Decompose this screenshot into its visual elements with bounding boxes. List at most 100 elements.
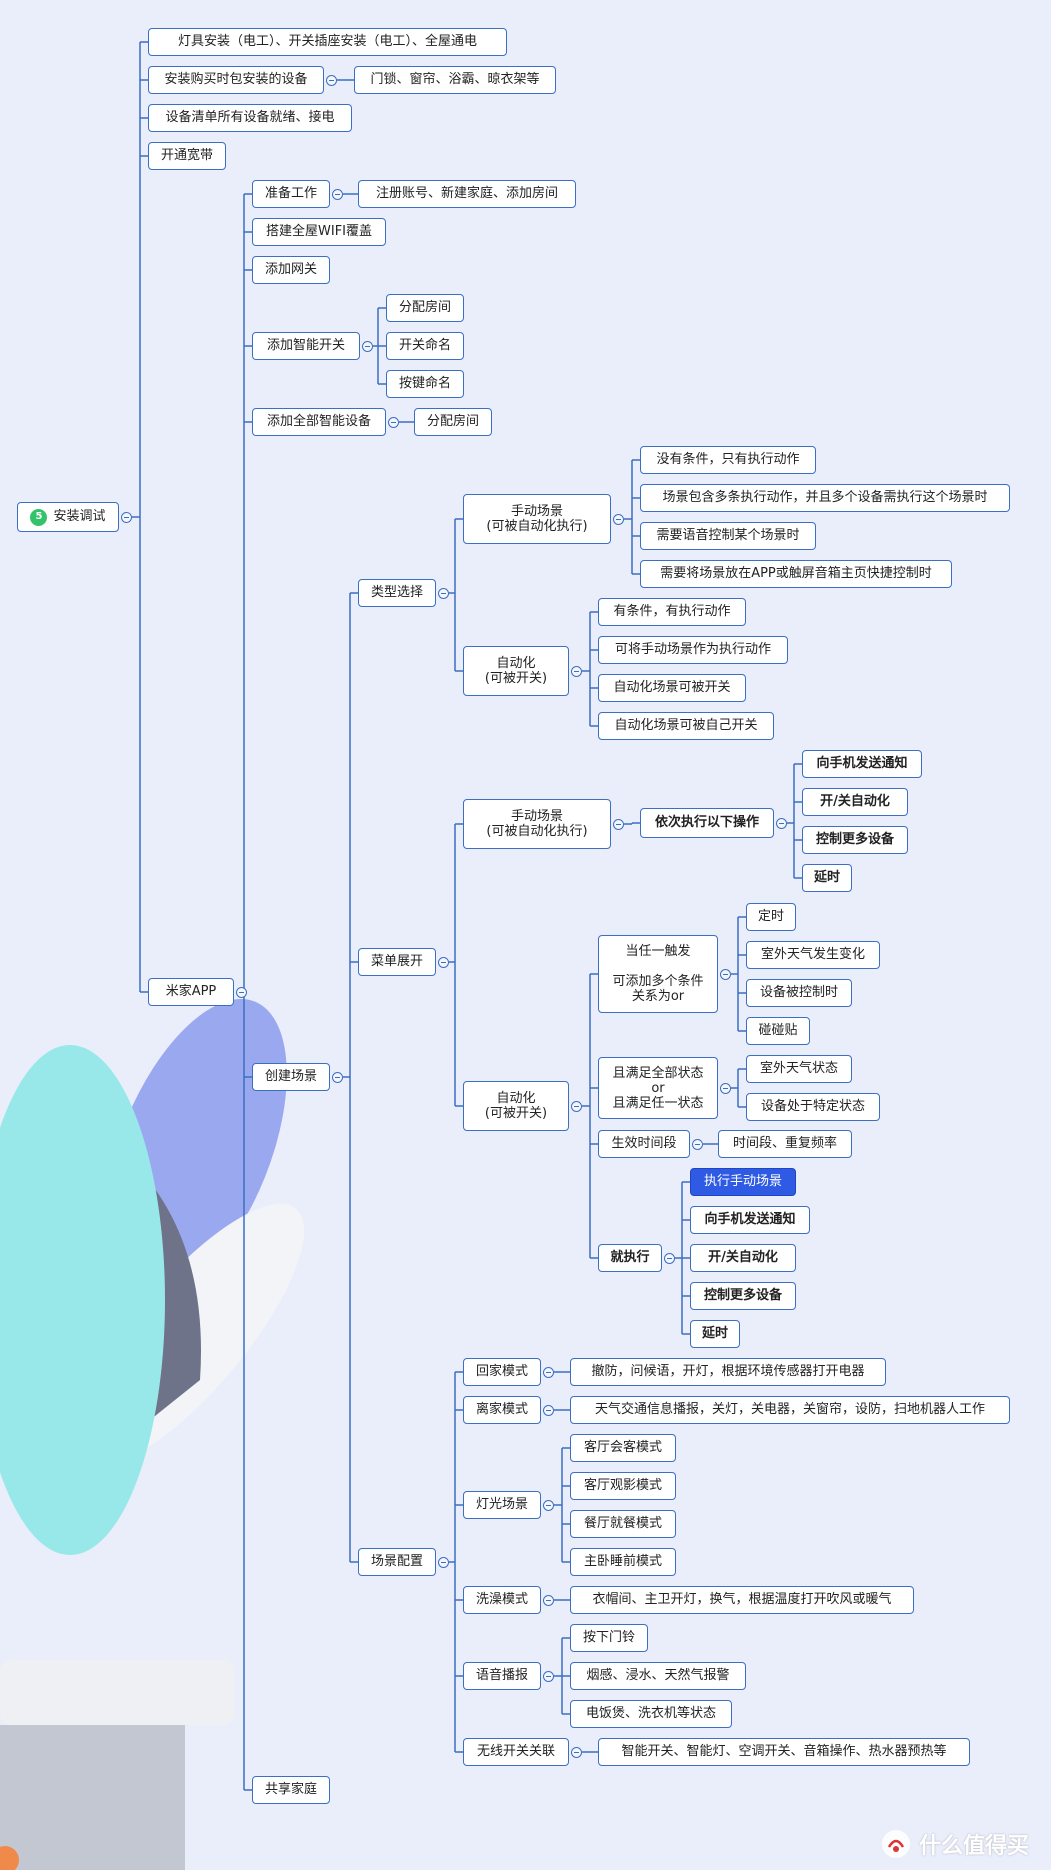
mindmap-node-c1d[interactable]: 碰碰贴 <box>746 1017 810 1045</box>
mindmap-node-ma[interactable]: 自动化 (可被开关) <box>463 1081 569 1131</box>
mindmap-node-c1b[interactable]: 室外天气发生变化 <box>746 941 880 969</box>
mindmap-node-mmx2[interactable]: 开/关自动化 <box>802 788 908 816</box>
mindmap-node-s1a[interactable]: 撤防，问候语，开灯，根据环境传感器打开电器 <box>570 1358 886 1386</box>
collapse-toggle-icon[interactable] <box>571 1746 582 1758</box>
mindmap-node-p3[interactable]: 添加网关 <box>252 256 330 284</box>
mindmap-node-t[interactable]: 类型选择 <box>358 579 436 607</box>
mindmap-node-n4[interactable]: 开通宽带 <box>148 142 226 170</box>
mindmap-node-s4[interactable]: 洗澡模式 <box>463 1586 541 1614</box>
mindmap-node-tm3[interactable]: 需要语音控制某个场景时 <box>640 522 816 550</box>
collapse-toggle-icon[interactable] <box>543 1594 554 1606</box>
mindmap-node-c1[interactable]: 当任一触发 可添加多个条件 关系为or <box>598 935 718 1013</box>
mindmap-node-s[interactable]: 场景配置 <box>358 1548 436 1576</box>
collapse-toggle-icon[interactable] <box>543 1499 554 1511</box>
mindmap-node-mm[interactable]: 手动场景 (可被自动化执行) <box>463 799 611 849</box>
mindmap-node-p4[interactable]: 添加智能开关 <box>252 332 360 360</box>
mindmap-node-s3d[interactable]: 主卧睡前模式 <box>570 1548 676 1576</box>
mindmap-node-c3[interactable]: 生效时间段 <box>598 1130 690 1158</box>
mindmap-node-p4c[interactable]: 按键命名 <box>386 370 464 398</box>
mindmap-node-n2[interactable]: 安装购买时包安装的设备 <box>148 66 324 94</box>
mindmap-node-s3b[interactable]: 客厅观影模式 <box>570 1472 676 1500</box>
mindmap-node-c4b[interactable]: 向手机发送通知 <box>690 1206 810 1234</box>
mindmap-node-s6a[interactable]: 智能开关、智能灯、空调开关、音箱操作、热水器预热等 <box>598 1738 970 1766</box>
collapse-toggle-icon[interactable] <box>571 1100 582 1112</box>
mindmap-node-s2a[interactable]: 天气交通信息播报，关灯，关电器，关窗帘，设防，扫地机器人工作 <box>570 1396 1010 1424</box>
mindmap-node-mmx1[interactable]: 向手机发送通知 <box>802 750 922 778</box>
watermark: 什么值得买 <box>881 1828 1029 1860</box>
mindmap-node-c2a[interactable]: 室外天气状态 <box>746 1055 852 1083</box>
mindmap-node-ta3[interactable]: 自动化场景可被开关 <box>598 674 746 702</box>
mindmap-node-c1c[interactable]: 设备被控制时 <box>746 979 852 1007</box>
step-number-badge: 5 <box>30 508 48 526</box>
collapse-toggle-icon[interactable] <box>543 1404 554 1416</box>
mindmap-node-c2[interactable]: 且满足全部状态 or 且满足任一状态 <box>598 1057 718 1119</box>
mindmap-node-c2b[interactable]: 设备处于特定状态 <box>746 1093 880 1121</box>
mindmap-node-p4a[interactable]: 分配房间 <box>386 294 464 322</box>
mindmap-node-s3[interactable]: 灯光场景 <box>463 1491 541 1519</box>
mindmap-node-p1[interactable]: 准备工作 <box>252 180 330 208</box>
collapse-toggle-icon[interactable] <box>543 1670 554 1682</box>
collapse-toggle-icon[interactable] <box>326 74 337 86</box>
mindmap-node-s1[interactable]: 回家模式 <box>463 1358 541 1386</box>
mindmap-node-s2[interactable]: 离家模式 <box>463 1396 541 1424</box>
mindmap-node-mj[interactable]: 米家APP <box>148 978 234 1006</box>
mindmap-node-c4e[interactable]: 延时 <box>690 1320 740 1348</box>
mindmap-node-n2a[interactable]: 门锁、窗帘、浴霸、晾衣架等 <box>354 66 556 94</box>
collapse-toggle-icon[interactable] <box>362 340 373 352</box>
mindmap-node-mmx3[interactable]: 控制更多设备 <box>802 826 908 854</box>
mindmap-node-n3[interactable]: 设备清单所有设备就绪、接电 <box>148 104 352 132</box>
collapse-toggle-icon[interactable] <box>438 1556 449 1568</box>
mindmap-node-s5b[interactable]: 烟感、浸水、天然气报警 <box>570 1662 746 1690</box>
collapse-toggle-icon[interactable] <box>613 818 624 830</box>
collapse-toggle-icon[interactable] <box>692 1138 703 1150</box>
mindmap-node-c4[interactable]: 就执行 <box>598 1244 662 1272</box>
mindmap-node-c4a[interactable]: 执行手动场景 <box>690 1168 796 1196</box>
mindmap-node-n1[interactable]: 灯具安装（电工）、开关插座安装（电工）、全屋通电 <box>148 28 507 56</box>
mindmap-node-c1a[interactable]: 定时 <box>746 903 796 931</box>
mindmap-node-p5[interactable]: 添加全部智能设备 <box>252 408 386 436</box>
mindmap-node-s4a[interactable]: 衣帽间、主卫开灯，换气，根据温度打开吹风或暖气 <box>570 1586 914 1614</box>
mindmap-node-cs[interactable]: 创建场景 <box>252 1063 330 1091</box>
mindmap-node-s5[interactable]: 语音播报 <box>463 1662 541 1690</box>
mindmap-node-mmx[interactable]: 依次执行以下操作 <box>640 808 774 838</box>
collapse-toggle-icon[interactable] <box>776 817 787 829</box>
mindmap-node-tm[interactable]: 手动场景 (可被自动化执行) <box>463 494 611 544</box>
collapse-toggle-icon[interactable] <box>720 968 731 980</box>
collapse-toggle-icon[interactable] <box>438 587 449 599</box>
mindmap-node-tm2[interactable]: 场景包含多条执行动作，并且多个设备需执行这个场景时 <box>640 484 1010 512</box>
root-node[interactable]: 5 安装调试 <box>17 502 119 532</box>
mindmap-node-ta[interactable]: 自动化 (可被开关) <box>463 646 569 696</box>
collapse-toggle-icon[interactable] <box>543 1366 554 1378</box>
mindmap-node-p5a[interactable]: 分配房间 <box>414 408 492 436</box>
collapse-toggle-icon[interactable] <box>664 1252 675 1264</box>
mindmap-node-s5c[interactable]: 电饭煲、洗衣机等状态 <box>570 1700 732 1728</box>
watermark-text: 什么值得买 <box>918 1834 1029 1859</box>
collapse-toggle-icon[interactable] <box>438 956 449 968</box>
mindmap-node-ta4[interactable]: 自动化场景可被自己开关 <box>598 712 774 740</box>
mindmap-node-m[interactable]: 菜单展开 <box>358 948 436 976</box>
mindmap-node-s6[interactable]: 无线开关关联 <box>463 1738 569 1766</box>
mindmap-node-s3c[interactable]: 餐厅就餐模式 <box>570 1510 676 1538</box>
collapse-toggle-icon[interactable] <box>613 513 624 525</box>
mindmap-node-ta1[interactable]: 有条件，有执行动作 <box>598 598 746 626</box>
collapse-toggle-icon[interactable] <box>236 986 247 998</box>
collapse-toggle-icon[interactable] <box>332 1071 343 1083</box>
mindmap-node-p1a[interactable]: 注册账号、新建家庭、添加房间 <box>358 180 576 208</box>
mindmap-node-ta2[interactable]: 可将手动场景作为执行动作 <box>598 636 788 664</box>
mindmap-node-tm1[interactable]: 没有条件，只有执行动作 <box>640 446 816 474</box>
mindmap-node-c4d[interactable]: 控制更多设备 <box>690 1282 796 1310</box>
collapse-toggle-icon[interactable] <box>571 665 582 677</box>
mindmap-node-p2[interactable]: 搭建全屋WIFI覆盖 <box>252 218 386 246</box>
mindmap-node-mmx4[interactable]: 延时 <box>802 864 852 892</box>
mindmap-node-p4b[interactable]: 开关命名 <box>386 332 464 360</box>
mindmap-node-s5a[interactable]: 按下门铃 <box>570 1624 648 1652</box>
collapse-toggle-icon[interactable] <box>720 1082 731 1094</box>
mindmap-node-c4c[interactable]: 开/关自动化 <box>690 1244 796 1272</box>
mindmap-node-c3a[interactable]: 时间段、重复频率 <box>718 1130 852 1158</box>
mindmap-node-s3a[interactable]: 客厅会客模式 <box>570 1434 676 1462</box>
collapse-toggle-icon[interactable] <box>332 188 343 200</box>
collapse-toggle-icon[interactable] <box>121 511 132 523</box>
mindmap-node-gx[interactable]: 共享家庭 <box>252 1776 330 1804</box>
collapse-toggle-icon[interactable] <box>388 416 399 428</box>
mindmap-node-tm4[interactable]: 需要将场景放在APP或触屏音箱主页快捷控制时 <box>640 560 952 588</box>
